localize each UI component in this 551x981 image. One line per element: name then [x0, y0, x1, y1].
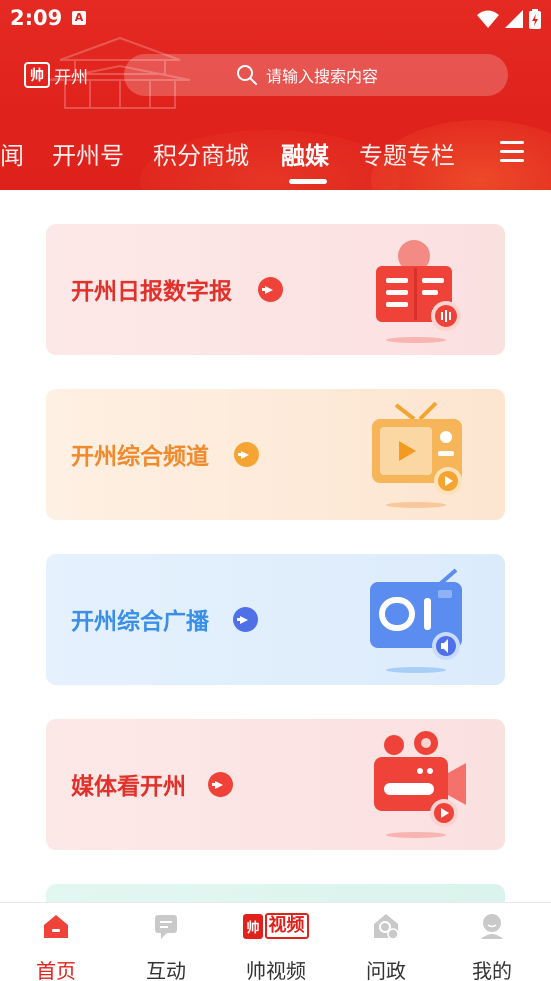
active-tab-indicator: [289, 179, 327, 184]
arrow-right-icon: [234, 442, 259, 467]
radio-icon: [370, 568, 462, 660]
nav-label: 互动: [146, 959, 186, 981]
tv-play-icon: [372, 401, 462, 495]
card-shadow: [386, 502, 446, 508]
card-shadow: [386, 667, 446, 673]
card-tv-channel[interactable]: 开州综合频道: [46, 389, 505, 520]
nav-label: 首页: [36, 959, 76, 981]
search-bar[interactable]: 请输入搜索内容: [124, 54, 508, 96]
search-placeholder: 请输入搜索内容: [266, 67, 379, 86]
arrow-right-icon: [208, 772, 233, 797]
card-shadow: [386, 337, 446, 343]
menu-icon[interactable]: [500, 141, 524, 163]
status-time: 2:09: [10, 6, 63, 30]
nav-home[interactable]: 首页: [6, 911, 106, 981]
chat-icon: [155, 915, 177, 939]
channel-tabs: 闻 开州号 积分商城 融媒 专题专栏: [0, 128, 551, 188]
card-partial[interactable]: [46, 884, 505, 902]
user-icon: [481, 914, 503, 939]
signal-icon: [505, 10, 523, 28]
content-list: 开州日报数字报 开州综合频道 开州综合广播 媒体看开州: [0, 190, 551, 902]
logo-text: 开州: [54, 67, 88, 88]
newspaper-reader-icon: [376, 240, 461, 331]
question-house-icon: [374, 914, 399, 940]
shuai-logo-text: 视频: [264, 913, 309, 939]
tab-rongmei[interactable]: 融媒: [281, 136, 329, 171]
shuai-video-logo: 帅 视频: [226, 911, 326, 941]
app-screen: 2:09 A 帅 开州 请输入搜索内容 闻 开州号 积分商城 融媒 专题专栏 开…: [0, 0, 551, 981]
card-title: 开州综合频道: [71, 444, 209, 470]
card-daily-digital[interactable]: 开州日报数字报: [46, 224, 505, 355]
status-bar: 2:09 A: [0, 0, 551, 40]
nav-mine[interactable]: 我的: [442, 911, 542, 981]
notification-a-icon: A: [72, 11, 86, 25]
video-camera-icon: [374, 731, 466, 827]
battery-icon: [529, 9, 541, 29]
wifi-icon: [477, 10, 499, 28]
home-icon: [44, 915, 68, 938]
search-icon: [237, 65, 257, 85]
tab-news[interactable]: 闻: [0, 136, 24, 171]
card-radio[interactable]: 开州综合广播: [46, 554, 505, 685]
card-shadow: [386, 832, 446, 838]
tab-kaizhou-hao[interactable]: 开州号: [52, 136, 124, 171]
card-media-kaizhou[interactable]: 媒体看开州: [46, 719, 505, 850]
system-icons: [477, 8, 541, 30]
logo-mark: 帅: [24, 62, 50, 88]
header: 2:09 A 帅 开州 请输入搜索内容 闻 开州号 积分商城 融媒 专题专栏: [0, 0, 551, 190]
tab-points-mall[interactable]: 积分商城: [153, 136, 249, 171]
arrow-right-icon: [233, 607, 258, 632]
nav-label: 我的: [472, 959, 512, 981]
nav-interaction[interactable]: 互动: [116, 911, 216, 981]
card-title: 开州日报数字报: [71, 279, 232, 305]
card-title: 媒体看开州: [71, 774, 186, 800]
shuai-logo-mark: 帅: [243, 913, 263, 939]
nav-shuai-video[interactable]: 帅 视频 帅视频: [226, 911, 326, 981]
nav-label: 帅视频: [246, 959, 306, 981]
nav-wenzheng[interactable]: 问政: [336, 911, 436, 981]
tab-special-topics[interactable]: 专题专栏: [359, 136, 455, 171]
bottom-nav: 首页 互动 帅 视频 帅视频 问政 我的: [0, 902, 551, 981]
app-logo[interactable]: 帅 开州: [24, 62, 88, 88]
card-title: 开州综合广播: [71, 609, 209, 635]
nav-label: 问政: [366, 959, 406, 981]
arrow-right-icon: [258, 277, 283, 302]
